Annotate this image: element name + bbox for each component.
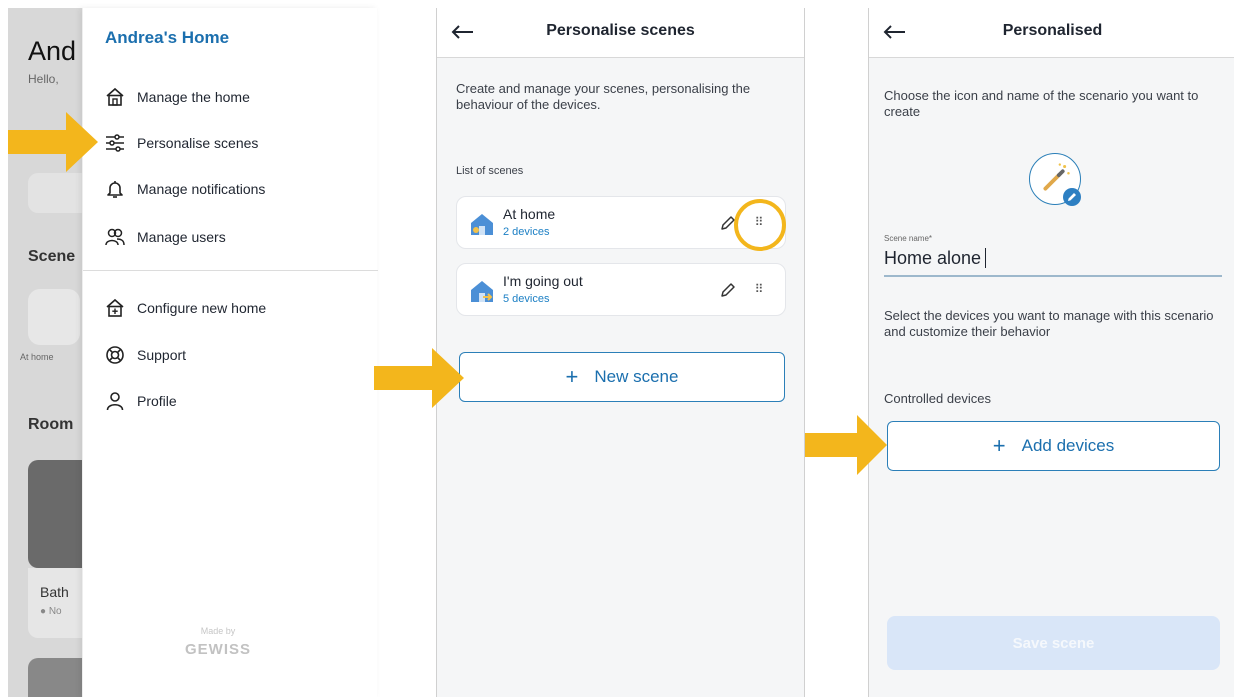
users-icon [105,227,125,247]
room-status: ● No [40,606,62,617]
drawer-item-label: Manage notifications [137,181,266,197]
intro-text: Choose the icon and name of the scenario… [884,88,1199,119]
plus-icon: + [992,433,1006,458]
save-scene-button[interactable]: Save scene [887,616,1220,670]
personalised-scene-screen: Personalised Choose the icon and name of… [868,8,1234,697]
drawer-item-label: Configure new home [137,300,267,316]
scene-list-label: List of scenes [456,165,524,177]
devices-intro-text: Select the devices you want to manage wi… [884,308,1214,339]
scene-house-icon [469,211,495,237]
drawer-item-label: Profile [137,393,177,409]
drawer-item-configure-new-home[interactable]: Configure new home [105,293,266,323]
drawer-item-personalise-scenes[interactable]: Personalise scenes [105,128,258,158]
person-icon [105,391,125,411]
personalise-scenes-screen: Personalise scenes Create and manage you… [436,8,805,697]
drawer-item-label: Manage users [137,229,226,245]
pencil-icon[interactable] [719,281,737,299]
plus-icon: + [565,364,579,389]
brand-logo: GEWISS [184,641,251,658]
drawer-divider [83,270,378,271]
add-devices-label: Add devices [1021,436,1115,455]
scene-name-label: Scene name* [884,234,933,243]
new-scene-button[interactable]: + New scene [459,352,785,402]
house-icon [105,87,125,107]
controlled-devices-label: Controlled devices [884,391,991,406]
scene-shortcut-label: At home [20,352,54,362]
drawer-item-label: Personalise scenes [137,135,259,151]
callout-arrow-icon [805,415,887,475]
scene-name-input[interactable]: Home alone [884,248,987,269]
callout-arrow-icon [8,112,98,172]
drawer-home-name: Andrea's Home [105,28,230,47]
scenes-heading: Scene [28,248,76,265]
sliders-icon [105,133,125,153]
add-devices-button[interactable]: + Add devices [887,421,1220,471]
drag-handle-icon[interactable]: ⠿ [752,280,766,298]
made-by-text: Made by [200,626,236,636]
page-title: Personalise scenes [546,22,695,39]
intro-text: Create and manage your scenes, personali… [456,81,751,112]
navigation-drawer: Andrea's Home Manage the home Personalis… [82,8,378,697]
drawer-item-profile[interactable]: Profile [105,386,177,416]
scene-device-count: 2 devices [503,226,550,238]
drawer-item-label: Manage the home [137,89,250,105]
drawer-item-support[interactable]: Support [105,340,186,370]
new-scene-label: New scene [594,367,679,386]
drawer-item-label: Support [137,347,187,363]
page-title: Personalised [1002,22,1103,39]
scene-shortcut [28,289,80,345]
room-name: Bath [40,584,69,600]
scene-name: I'm going out [503,273,583,289]
rooms-heading: Room [28,416,74,433]
callout-arrow-icon [374,348,464,408]
lifebuoy-icon [105,345,125,365]
home-title: And [28,36,77,66]
app-bar: Personalised [869,8,1234,58]
drawer-item-manage-home[interactable]: Manage the home [105,82,250,112]
bell-icon [105,179,125,199]
text-caret [985,248,987,268]
edit-badge-icon[interactable] [1063,188,1081,206]
scene-name: At home [503,206,556,222]
scene-card-going-out[interactable]: I'm going out 5 devices ⠿ [456,263,786,316]
highlight-circle [734,199,786,251]
scene-house-icon [469,278,495,304]
house-plus-icon [105,298,125,318]
greeting: Hello, [28,72,59,86]
input-underline [884,275,1222,277]
scene-name-value: Home alone [884,248,982,268]
scene-device-count: 5 devices [503,293,550,305]
app-bar: Personalise scenes [437,8,804,58]
drawer-item-manage-users[interactable]: Manage users [105,222,226,252]
drawer-item-manage-notifications[interactable]: Manage notifications [105,174,265,204]
